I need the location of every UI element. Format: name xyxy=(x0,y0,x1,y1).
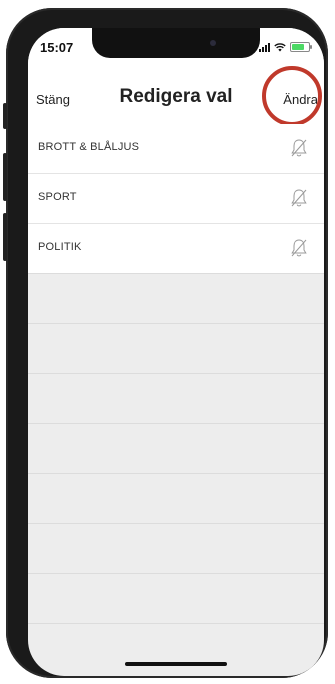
edit-button[interactable]: Ändra xyxy=(283,92,318,107)
notch xyxy=(92,28,260,58)
volume-up-button xyxy=(3,153,7,201)
wifi-icon xyxy=(274,42,286,51)
bell-off-icon[interactable] xyxy=(290,238,308,258)
battery-icon xyxy=(290,42,312,52)
phone-frame: 15:07 Stäng Redigera val Ändra BROTT & B… xyxy=(3,8,328,678)
empty-row xyxy=(28,423,324,473)
empty-row xyxy=(28,523,324,573)
empty-row xyxy=(28,373,324,423)
empty-row xyxy=(28,573,324,623)
list-item-label: SPORT xyxy=(38,191,77,203)
empty-row xyxy=(28,323,324,373)
list-item[interactable]: BROTT & BLÅLJUS xyxy=(28,124,324,173)
bell-off-icon[interactable] xyxy=(290,188,308,208)
empty-list-area xyxy=(28,273,324,653)
list-item-label: POLITIK xyxy=(38,241,82,253)
list-item[interactable]: POLITIK xyxy=(28,223,324,273)
home-indicator xyxy=(125,662,227,666)
status-time: 15:07 xyxy=(40,40,74,55)
list-item-label: BROTT & BLÅLJUS xyxy=(38,141,140,153)
navigation-bar: Stäng Redigera val Ändra xyxy=(28,76,324,124)
mute-switch xyxy=(3,103,7,129)
volume-down-button xyxy=(3,213,7,261)
status-icons xyxy=(259,42,312,52)
topic-list: BROTT & BLÅLJUS SPORT POLITIK xyxy=(28,124,324,273)
camera-dot xyxy=(210,40,216,46)
screen: 15:07 Stäng Redigera val Ändra BROTT & B… xyxy=(28,28,324,676)
list-item[interactable]: SPORT xyxy=(28,173,324,223)
page-title: Redigera val xyxy=(119,86,233,107)
bell-off-icon[interactable] xyxy=(290,138,308,158)
empty-row xyxy=(28,273,324,323)
signal-icon xyxy=(259,42,270,52)
empty-row xyxy=(28,473,324,523)
